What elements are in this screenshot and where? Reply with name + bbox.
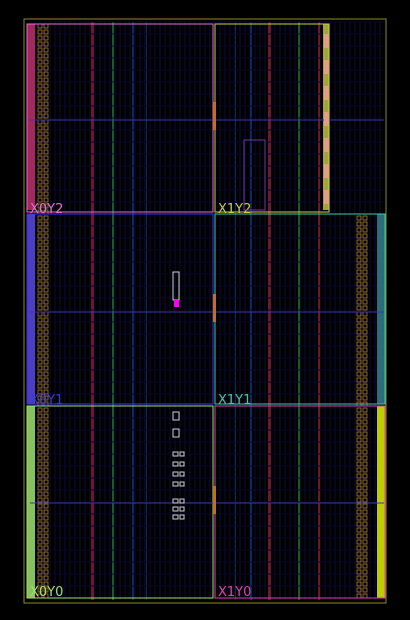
region-edge-bar bbox=[377, 406, 385, 598]
gt-site bbox=[324, 112, 329, 126]
clock-buffer-site bbox=[213, 294, 216, 322]
region-edge-bar bbox=[27, 214, 35, 404]
region-label-x0y2: X0Y2 bbox=[30, 202, 63, 217]
region-label-x0y0: X0Y0 bbox=[30, 585, 63, 600]
region-edge-bar bbox=[377, 214, 385, 404]
gt-site bbox=[324, 86, 329, 100]
gt-site bbox=[324, 164, 329, 178]
clock-buffer-site bbox=[213, 486, 216, 514]
gt-site bbox=[324, 34, 329, 48]
gt-site bbox=[324, 190, 329, 204]
region-edge-bar bbox=[27, 24, 35, 210]
region-label-x1y0: X1Y0 bbox=[218, 585, 251, 600]
clock-buffer-site bbox=[213, 102, 216, 130]
gt-site bbox=[324, 138, 329, 152]
gt-site bbox=[324, 60, 329, 74]
region-edge-bar bbox=[27, 406, 35, 598]
selected-cell-highlight bbox=[174, 300, 179, 307]
device-view-canvas[interactable]: X0Y2 X1Y2X0Y1 X1Y1X0Y0 X1Y0 bbox=[0, 0, 410, 620]
